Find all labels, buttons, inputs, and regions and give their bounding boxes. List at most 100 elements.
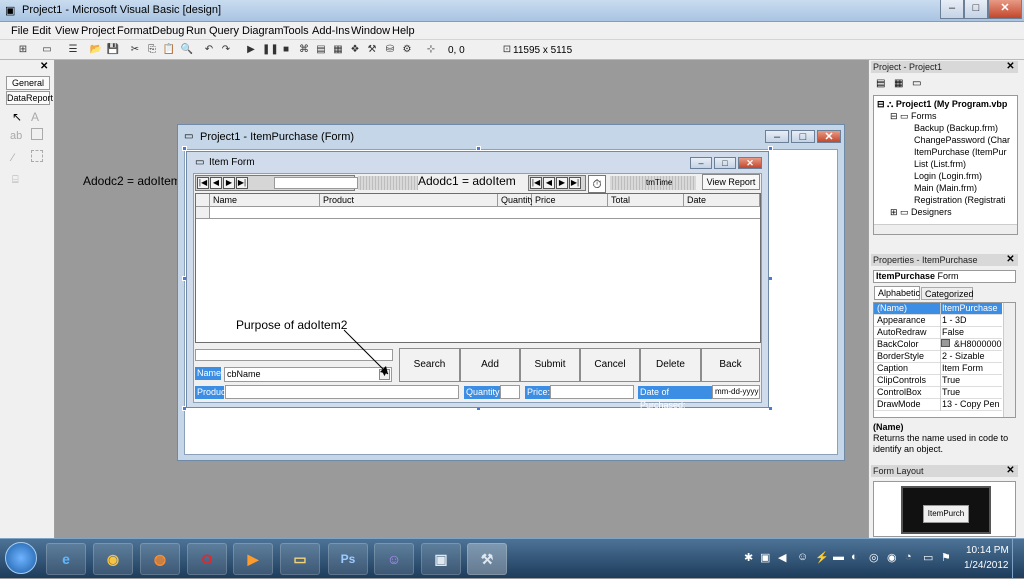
pointer-icon[interactable]: ↖ [12,110,22,124]
firefox-icon[interactable]: ◍ [140,543,180,575]
label-tool-icon[interactable]: ab [10,130,22,142]
toolbox-icon[interactable]: ⚒ [365,43,379,56]
tree-designers-folder[interactable]: ⊞ ▭ Designers [890,207,952,218]
paste-icon[interactable]: 📋 [162,43,176,56]
image-tool-icon[interactable]: ⌸ [12,174,19,187]
close-button[interactable]: ✕ [988,0,1022,19]
next-record-icon[interactable]: ▶ [556,177,568,189]
tree-form-item[interactable]: Main (Main.frm) [914,183,977,193]
submit-button[interactable]: Submit [520,348,580,382]
properties-panel-close-button[interactable]: ✕ [1004,254,1017,266]
visual-basic-icon[interactable]: ⚒ [467,543,507,575]
start-icon[interactable]: ▶ [244,43,258,56]
explorer-icon[interactable]: ▭ [280,543,320,575]
grid-header-date[interactable]: Date [684,194,760,207]
maximize-button[interactable]: □ [964,0,988,19]
remote-desktop-icon[interactable]: ▣ [421,543,461,575]
menu-debug[interactable]: Debug [152,25,184,37]
add-project-icon[interactable]: ⊞ [16,43,30,56]
menu-view[interactable]: View [55,25,79,37]
menu-edit[interactable]: Edit [32,25,51,37]
form-close-button[interactable]: ✕ [817,130,841,143]
find-icon[interactable]: 🔍 [180,43,194,56]
prev-record-icon[interactable]: ◀ [543,177,555,189]
yahoo-messenger-icon[interactable]: ☺ [374,543,414,575]
menu-diagram[interactable]: Diagram [242,25,284,37]
redo-icon[interactable]: ↷ [219,43,233,56]
clock-date[interactable]: 1/24/2012 [964,560,1009,571]
menu-editor-icon[interactable]: ☰ [66,43,80,56]
line-tool-icon[interactable]: ⁄ [12,152,14,164]
grid-header-price[interactable]: Price [532,194,608,207]
property-row[interactable]: Appearance 1 - 3D [874,315,1002,327]
grid-header-total[interactable]: Total [608,194,684,207]
property-row[interactable]: DrawMode 13 - Copy Pen [874,399,1002,411]
photoshop-icon[interactable]: Ps [328,543,368,575]
form-max-button[interactable]: □ [791,130,815,143]
item-form-min-button[interactable]: – [690,157,712,169]
project-explorer-icon[interactable]: ⌘ [297,43,311,56]
property-row[interactable]: ControlBox True [874,387,1002,399]
toolbox-close-button[interactable]: ✕ [40,61,48,72]
view-object-icon[interactable]: ▦ [894,78,903,89]
tab-categorized[interactable]: Categorized [921,287,974,300]
update-tray-icon[interactable]: ⚡ [815,551,829,564]
menu-run[interactable]: Run [186,25,206,37]
menu-help[interactable]: Help [392,25,415,37]
save-icon[interactable]: 💾 [106,43,120,56]
frame-tool-icon[interactable] [31,128,43,140]
menu-add-ins[interactable]: Add-Ins [312,25,350,37]
tree-form-item[interactable]: ChangePassword (Char [914,135,1010,145]
grid-header-name[interactable]: Name [210,194,320,207]
data-view-icon[interactable]: ⛁ [383,43,397,56]
start-button[interactable] [5,542,37,574]
property-row[interactable]: AutoRedraw False [874,327,1002,339]
toggle-folders-icon[interactable]: ▭ [912,78,921,89]
undo-icon[interactable]: ↶ [202,43,216,56]
first-record-icon[interactable]: |◀ [197,177,209,189]
sync-tray-icon[interactable]: ◉ [887,551,897,564]
last-record-icon[interactable]: ▶| [569,177,581,189]
form-layout-close-button[interactable]: ✕ [1004,465,1017,477]
media-player-icon[interactable]: ▶ [233,543,273,575]
properties-scrollbar[interactable] [1003,303,1015,417]
ie-icon[interactable]: e [46,543,86,575]
last-record-icon[interactable]: ▶| [236,177,248,189]
prev-record-icon[interactable]: ◀ [210,177,222,189]
grid-header-quantity[interactable]: Quantity [498,194,535,207]
toolbox-tab-general[interactable]: General [6,76,50,90]
open-icon[interactable]: 📂 [89,43,103,56]
tree-form-item[interactable]: ItemPurchase (ItemPur [914,147,1007,157]
bluetooth-icon[interactable]: ✱ [744,551,753,564]
delete-button[interactable]: Delete [640,348,701,382]
item-form-close-button[interactable]: ✕ [738,157,762,169]
first-record-icon[interactable]: |◀ [530,177,542,189]
cut-icon[interactable]: ✂ [128,43,142,56]
cancel-button[interactable]: Cancel [580,348,640,382]
menu-project[interactable]: Project [81,25,115,37]
textbox-tool-icon[interactable]: A [31,110,39,124]
properties-grid[interactable]: (Name) ItemPurchase Appearance 1 - 3D Auto… [873,302,1016,418]
object-browser-icon[interactable]: ❖ [348,43,362,56]
tree-hscrollbar[interactable] [874,224,1017,234]
property-row[interactable]: Caption Item Form [874,363,1002,375]
grid-new-row[interactable] [210,207,760,219]
grid-header-product[interactable]: Product [320,194,498,207]
nvidia-tray-icon[interactable]: ▬ [833,551,844,563]
clock-time[interactable]: 10:14 PM [966,545,1009,556]
component-manager-icon[interactable]: ⚙ [400,43,414,56]
shape-tool-icon[interactable] [31,150,43,162]
property-row[interactable]: BorderStyle 2 - Sizable [874,351,1002,363]
copy-icon[interactable]: ⎘ [145,43,159,56]
tree-form-item[interactable]: Login (Login.frm) [914,171,982,181]
grid-row-selector[interactable] [196,207,210,219]
timer-icon[interactable]: ⏱ [588,175,606,193]
tray-app-icon[interactable]: ▣ [760,551,770,564]
tree-form-item[interactable]: Backup (Backup.frm) [914,123,998,133]
display-tray-icon[interactable]: ▭ [923,551,933,564]
project-tree[interactable]: ⊟ ⛬ Project1 (My Program.vbp ⊟ ▭ Forms B… [873,95,1018,235]
menu-window[interactable]: Window [351,25,390,37]
end-icon[interactable]: ■ [279,43,293,56]
view-report-button[interactable]: View Report [702,174,760,190]
adodc1-control[interactable]: |◀ ◀ ▶ ▶| [528,175,586,191]
